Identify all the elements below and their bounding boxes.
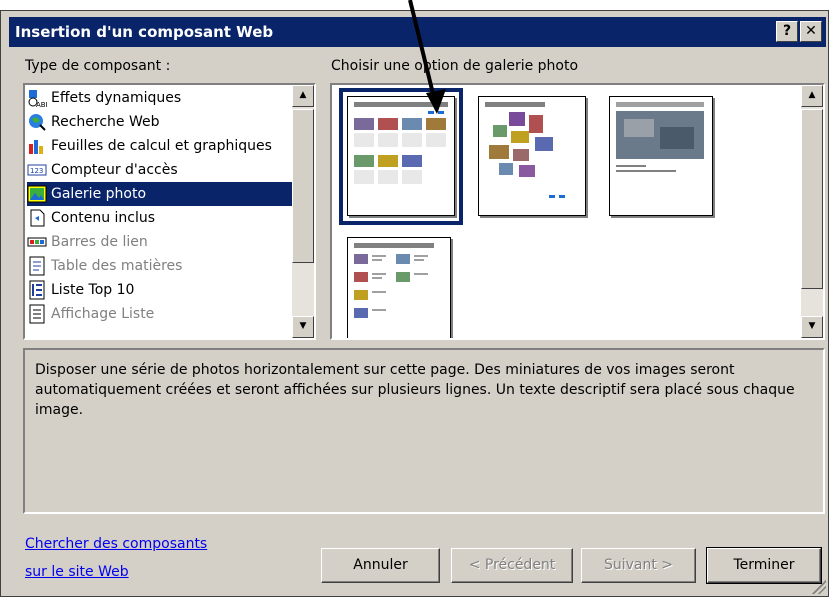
gallery-option-vertical[interactable] <box>347 237 451 338</box>
table-of-contents-icon <box>29 256 45 276</box>
scroll-down-button[interactable]: ▼ <box>292 316 314 338</box>
list-item-list-view[interactable]: Affichage Liste <box>27 302 292 326</box>
included-content-icon <box>30 209 45 227</box>
annotation-arrow <box>408 0 446 114</box>
cancel-button[interactable]: Annuler <box>321 548 440 583</box>
vertical-layout-preview <box>354 243 434 318</box>
top10-list-icon <box>29 280 45 300</box>
list-item-top10-list[interactable]: Liste Top 10 <box>27 278 292 302</box>
spreadsheet-chart-icon <box>29 140 43 154</box>
scroll-thumb[interactable] <box>292 109 314 263</box>
next-button[interactable]: Suivant > <box>581 548 696 583</box>
gallery-scroll-down-button[interactable]: ▼ <box>801 316 823 338</box>
find-components-link-line2[interactable]: sur le site Web <box>25 564 129 580</box>
find-components-link-line1[interactable]: Chercher des composants <box>25 536 207 552</box>
link-bar-icon <box>27 237 47 247</box>
gallery-scroll-thumb[interactable] <box>801 109 823 289</box>
finish-button[interactable]: Terminer <box>706 547 822 584</box>
svg-text:123: 123 <box>30 167 43 175</box>
photo-gallery-icon <box>27 185 47 203</box>
option-description: Disposer une série de photos horizontale… <box>23 348 825 514</box>
list-view-icon <box>29 304 45 324</box>
list-item-table-of-contents[interactable]: Table des matières <box>27 254 292 278</box>
hit-counter-icon: 123 <box>27 164 47 176</box>
list-item-included-content[interactable]: Contenu inclus <box>27 206 292 230</box>
list-item-hit-counter[interactable]: 123 Compteur d'accès <box>27 158 292 182</box>
list-item-photo-gallery[interactable]: Galerie photo <box>27 182 292 206</box>
list-item-spreadsheets[interactable]: Feuilles de calcul et graphiques <box>27 134 292 158</box>
list-item-link-bars[interactable]: Barres de lien <box>27 230 292 254</box>
previous-button[interactable]: < Précédent <box>451 548 573 583</box>
resize-grip[interactable] <box>812 580 826 594</box>
